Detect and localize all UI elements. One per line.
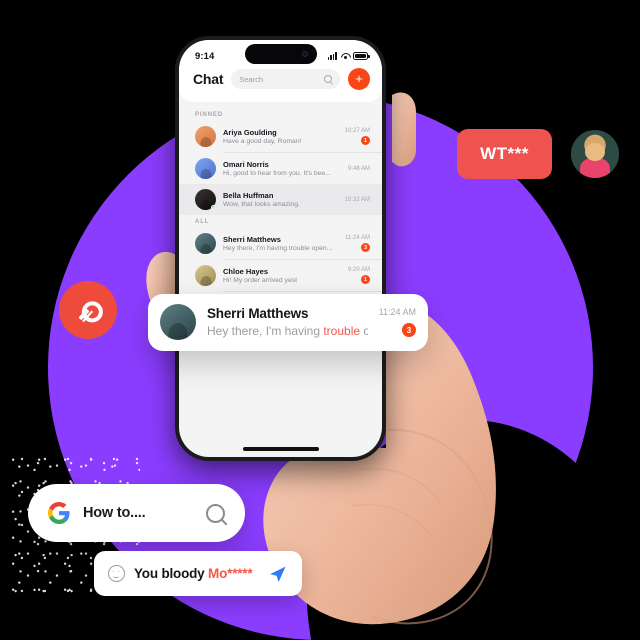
page-title: Chat — [193, 71, 224, 87]
chat-time: 9:20 AM — [347, 266, 370, 273]
notification-sender: Sherri Matthews — [207, 306, 309, 321]
notification-card[interactable]: Sherri Matthews Hey there, I'm having tr… — [148, 294, 428, 351]
chat-row-chloe-hayes[interactable]: Chloe Hayes Hi! My order arrived yest 9:… — [179, 260, 382, 291]
chat-name: Sherri Matthews — [223, 234, 281, 244]
chat-row-sherri-matthews[interactable]: Sherri Matthews Hey there, I'm having tr… — [179, 228, 382, 259]
home-indicator[interactable] — [242, 447, 319, 451]
battery-icon — [353, 52, 370, 60]
phone-screen: 9:14 Chat Search + PINNED Ariya Goulding… — [179, 40, 382, 457]
chat-row-bella-huffman[interactable]: Bella Huffman Wow, that looks amazing. 1… — [179, 184, 382, 215]
google-query-text: How to.... — [83, 505, 146, 521]
app-header: Chat Search + — [179, 66, 382, 102]
phone-device: 9:14 Chat Search + PINNED Ariya Goulding… — [175, 36, 386, 461]
chat-time: 10:32 AM — [344, 196, 370, 203]
chat-name: Bella Huffman — [223, 190, 274, 200]
google-g-icon — [48, 502, 70, 524]
online-status-dot — [211, 205, 216, 210]
new-chat-button[interactable]: + — [348, 68, 370, 90]
search-placeholder: Search — [239, 74, 264, 84]
chat-preview: Have a good day, Roman! — [223, 138, 302, 146]
section-label-all: ALL — [195, 219, 210, 225]
chat-preview: Hey there, I'm having trouble open... — [223, 245, 333, 253]
chat-row-omari-norris[interactable]: Omari Norris Hi, good to hear from you. … — [179, 153, 382, 184]
chat-name: Omari Norris — [223, 159, 269, 169]
status-time: 9:14 — [195, 50, 215, 62]
avatar-angry-child — [569, 128, 621, 180]
message-highlight: trouble — [323, 324, 361, 338]
smiley-icon[interactable] — [108, 565, 125, 582]
avatar — [195, 189, 216, 210]
notification-message: Hey there, I'm having trouble open... — [207, 324, 368, 338]
unread-badge: 1 — [361, 136, 370, 146]
avatar-sherri-matthews — [160, 304, 196, 340]
chat-name: Ariya Goulding — [223, 127, 277, 137]
message-prefix: Hey there, I'm having — [207, 324, 324, 338]
message-suffix: open... — [363, 324, 368, 338]
search-icon[interactable] — [206, 503, 225, 523]
notification-time: 11:24 AM — [378, 307, 416, 317]
message-highlight: Mo***** — [208, 566, 253, 581]
status-icons — [327, 52, 370, 60]
wt-profanity-chip: WT*** — [457, 129, 552, 179]
avatar — [195, 265, 216, 286]
cellular-bars-icon — [327, 52, 337, 60]
unread-badge: 3 — [361, 243, 370, 253]
notification-badge: 3 — [402, 323, 416, 337]
search-input[interactable]: Search — [231, 69, 340, 89]
key-icon — [71, 293, 105, 327]
wifi-icon — [340, 52, 350, 60]
avatar — [195, 158, 216, 179]
message-text: You bloody Mo***** — [134, 566, 259, 581]
chat-name: Chloe Hayes — [223, 266, 269, 276]
chat-preview: Hi! My order arrived yest — [223, 277, 298, 285]
chat-row-ariya-goulding[interactable]: Ariya Goulding Have a good day, Roman! 1… — [179, 121, 382, 152]
message-input-bar[interactable]: You bloody Mo***** — [94, 551, 302, 596]
avatar — [195, 126, 216, 147]
status-bar: 9:14 — [179, 40, 382, 66]
send-icon[interactable] — [268, 564, 288, 584]
chat-time: 11:24 AM — [345, 234, 370, 241]
unread-badge: 1 — [361, 275, 370, 285]
chat-preview: Hi, good to hear from you. It's bee... — [223, 170, 331, 178]
avatar — [195, 233, 216, 254]
chat-preview: Wow, that looks amazing. — [223, 201, 300, 209]
google-search-bar[interactable]: How to.... — [28, 484, 245, 542]
search-icon — [324, 75, 332, 83]
dynamic-island — [244, 44, 317, 64]
section-label-pinned: PINNED — [195, 112, 224, 118]
chat-time: 9:48 AM — [347, 165, 370, 172]
key-chip[interactable] — [59, 281, 117, 339]
screenshot-root: 9:14 Chat Search + PINNED Ariya Goulding… — [0, 0, 640, 640]
message-prefix: You bloody — [134, 566, 209, 581]
chat-time: 10:27 AM — [344, 127, 370, 134]
